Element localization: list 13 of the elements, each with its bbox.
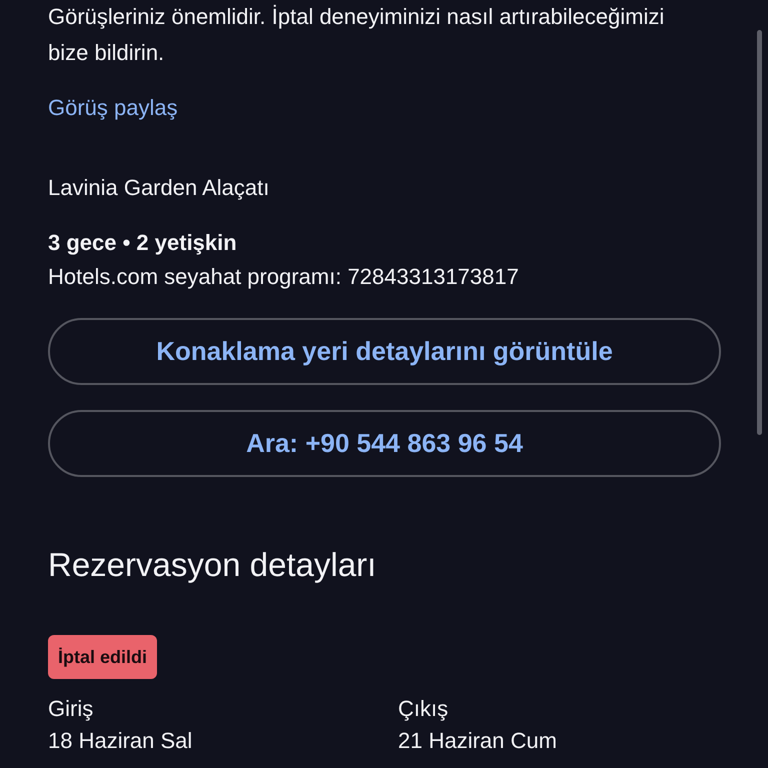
date-value: 18 Haziran Sal (48, 727, 194, 755)
action-button[interactable]: Konaklama yeri detaylarını görüntüle (48, 318, 721, 385)
action-button[interactable]: Ara: +90 544 863 96 54 (48, 410, 721, 477)
status-badge: İptal edildi (48, 635, 158, 679)
itinerary-number: Hotels.com seyahat programı: 72843313173817 (48, 263, 520, 291)
feedback-text: Görüşleriniz önemlidir. İptal deneyiminizi nasıl artırabileceğimizi bize bildirin. (48, 3, 666, 67)
date-label: Çıkış (398, 695, 450, 723)
stay-summary: 3 gece • 2 yetişkin (48, 229, 238, 257)
share-feedback-link[interactable]: Görüş paylaş (48, 90, 178, 126)
date-label: Giriş (48, 695, 94, 723)
section-heading: Rezervasyon detayları (48, 545, 378, 585)
date-value: 21 Haziran Cum (398, 727, 558, 755)
hotel-name: Lavinia Garden Alaçatı (48, 174, 270, 202)
